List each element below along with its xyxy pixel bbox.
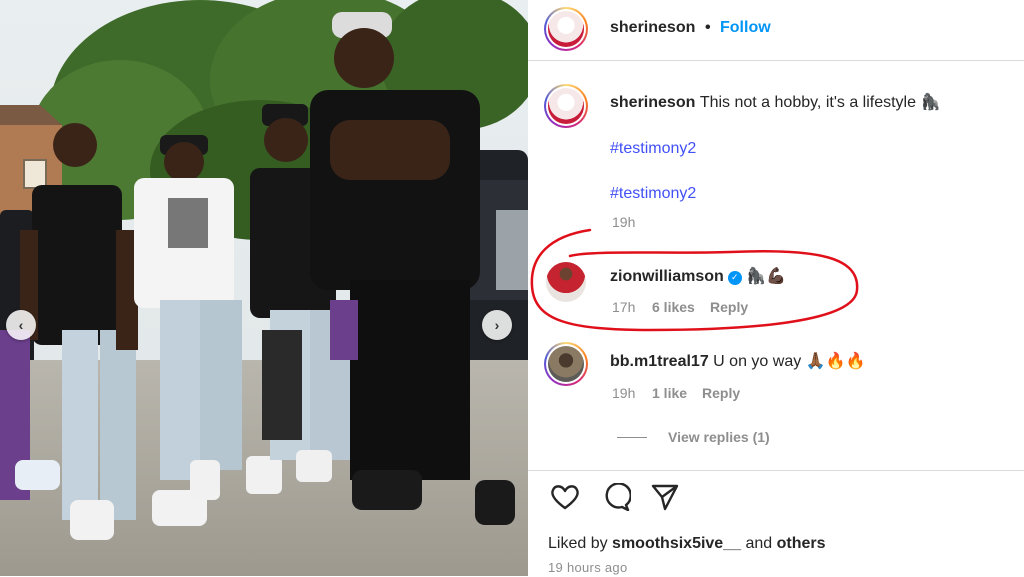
comment-timestamp: 19h	[612, 385, 636, 401]
liked-by-and: and	[741, 535, 777, 552]
post-sidebar: sherineson • Follow sherineson This not …	[528, 0, 1024, 576]
replies-divider	[617, 437, 647, 438]
comment-author[interactable]: zionwilliamson	[610, 268, 724, 285]
chevron-right-icon: ›	[494, 317, 500, 333]
comment-author[interactable]: bb.m1treal17	[610, 353, 709, 370]
comment-icon[interactable]	[601, 482, 632, 516]
reply-button[interactable]: Reply	[710, 299, 748, 315]
chevron-left-icon: ‹	[18, 317, 24, 333]
reply-button[interactable]: Reply	[702, 385, 740, 401]
post-timestamp: 19 hours ago	[548, 560, 628, 575]
post-header: sherineson • Follow	[528, 0, 1024, 61]
liked-by-user[interactable]: smoothsix5ive__	[612, 535, 741, 552]
liked-by-prefix: Liked by	[548, 535, 613, 552]
liked-by-others[interactable]: others	[777, 535, 826, 552]
commenter-avatar[interactable]	[546, 262, 586, 302]
post-photo: ‹ ›	[0, 0, 528, 576]
caption-text: This not a hobby, it's a lifestyle 🦍	[699, 94, 941, 111]
comment: zionwilliamson ✓ 🦍💪🏿	[610, 266, 786, 286]
comment-text: U on yo way 🙏🏾🔥🔥	[713, 353, 866, 370]
comment: bb.m1treal17 U on yo way 🙏🏾🔥🔥	[610, 351, 865, 371]
hashtag-link[interactable]: #testimony2	[610, 185, 696, 203]
carousel-next-button[interactable]: ›	[482, 310, 512, 340]
follow-button[interactable]: Follow	[720, 19, 771, 37]
comment-text: 🦍💪🏿	[746, 268, 787, 285]
post-actions: Liked by smoothsix5ive__ and others 19 h…	[528, 470, 1024, 577]
caption: sherineson This not a hobby, it's a life…	[610, 92, 940, 112]
view-replies-button[interactable]: View replies (1)	[668, 429, 770, 445]
comment-timestamp: 17h	[612, 299, 636, 315]
liked-by: Liked by smoothsix5ive__ and others	[548, 535, 826, 553]
paper-plane-icon[interactable]	[650, 483, 680, 516]
author-avatar[interactable]	[544, 7, 588, 51]
verified-badge-icon: ✓	[727, 270, 742, 285]
carousel-prev-button[interactable]: ‹	[6, 310, 36, 340]
comment-likes[interactable]: 6 likes	[652, 299, 695, 315]
group-photo-illustration	[0, 0, 528, 576]
commenter-avatar[interactable]	[544, 342, 588, 386]
caption-author-avatar[interactable]	[544, 84, 588, 128]
heart-icon[interactable]	[550, 483, 580, 516]
hashtag-link[interactable]: #testimony2	[610, 140, 696, 158]
separator-dot: •	[705, 19, 711, 36]
caption-timestamp: 19h	[612, 214, 636, 230]
author-username[interactable]: sherineson	[610, 19, 695, 37]
caption-author[interactable]: sherineson	[610, 94, 695, 111]
comment-likes[interactable]: 1 like	[652, 385, 687, 401]
